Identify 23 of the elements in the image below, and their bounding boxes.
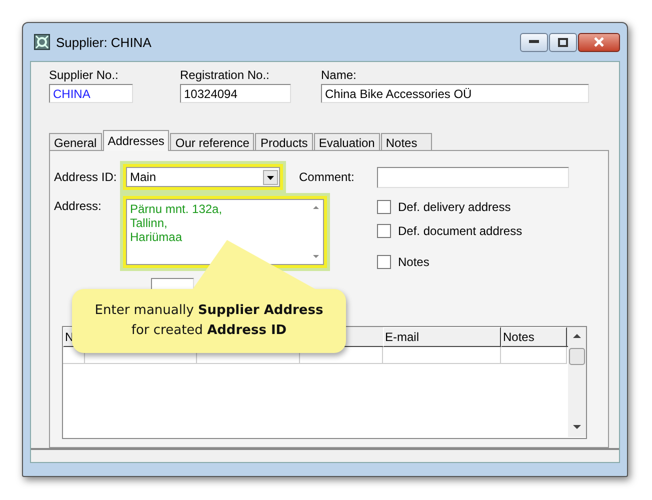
tab[interactable]: Our reference [170,133,254,150]
text-field[interactable]: CHINA [49,84,133,103]
checkbox-label: Def. delivery address [398,200,511,214]
tab[interactable]: Evaluation [314,133,380,150]
text-field[interactable]: 10324094 [180,84,291,103]
column-header[interactable]: E-mail [383,327,501,347]
column-header[interactable]: Notes [501,327,567,347]
tab[interactable]: Addresses [102,130,170,151]
callout-text: for created Address ID [131,322,287,340]
tab[interactable]: General [49,133,102,150]
tab[interactable]: Notes [380,133,432,150]
checkbox-label: Notes [398,255,430,269]
text-field[interactable]: China Bike Accessories OÜ [321,84,589,103]
field-label: Address ID: [54,170,118,184]
window-title: Supplier: CHINA [56,34,152,50]
field-label: Supplier No.: [49,68,120,82]
field-label: Name: [321,68,358,82]
callout-text: Enter manually Supplier Address [94,302,324,320]
checkbox-label: Def. document address [398,224,522,238]
field-label: Comment: [299,170,356,184]
tab[interactable]: Products [255,133,313,150]
field-label: Registration No.: [180,68,270,82]
field-label: Address: [54,199,102,215]
